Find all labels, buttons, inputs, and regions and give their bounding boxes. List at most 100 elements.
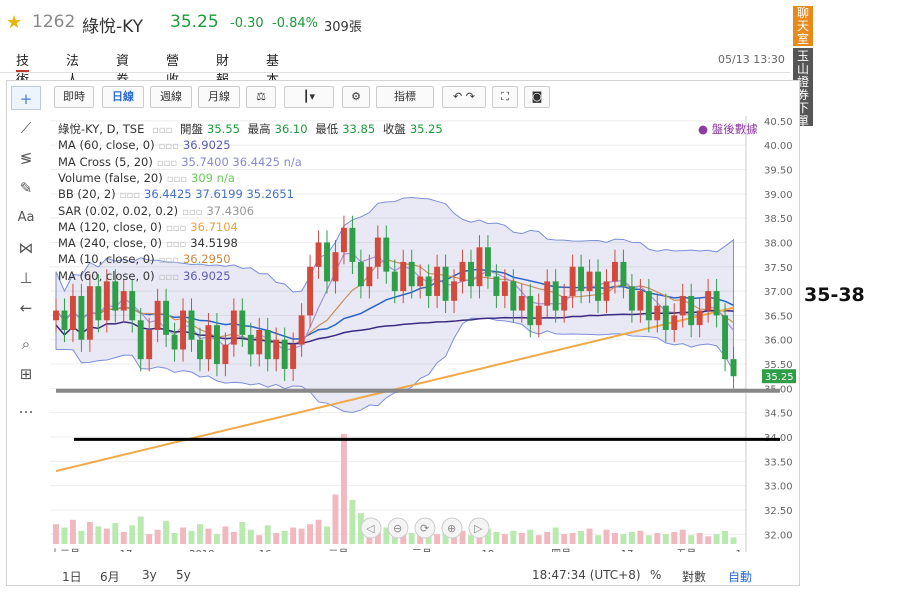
volume-bar <box>256 535 263 544</box>
legend-row-label: MA (10, close, 0) <box>58 252 155 267</box>
legend-controls-icon[interactable]: ▫▫▫ <box>167 174 187 185</box>
volume-bar <box>628 531 635 544</box>
y-tick-label: 38.00 <box>764 238 793 249</box>
volume-bar <box>222 526 229 544</box>
x-tick-label: 三月 <box>412 548 432 552</box>
arrow-back-icon[interactable]: ← <box>11 296 41 320</box>
percent-toggle[interactable]: % <box>650 568 661 582</box>
auto-toggle[interactable]: 自動 <box>728 568 752 585</box>
tab-margin[interactable]: 資券 <box>116 50 129 88</box>
legend-row-label: MA (120, close, 0) <box>58 219 162 234</box>
legend-controls-icon[interactable]: ▫▫▫ <box>152 125 172 136</box>
ruler-icon[interactable]: ⊞ <box>11 362 41 386</box>
y-tick-label: 40.50 <box>764 117 793 128</box>
favorite-star-icon[interactable]: ★ <box>6 12 22 33</box>
legend-controls-icon[interactable]: ▫▫▫ <box>166 239 186 250</box>
zoom-icon[interactable]: ⌕ <box>11 332 41 356</box>
undo-redo-icon[interactable]: ↶ ↷ <box>442 86 486 108</box>
measure-tool-icon[interactable]: ⊥ <box>11 266 41 290</box>
candle-body <box>493 276 500 296</box>
legend-controls-icon[interactable]: ▫▫▫ <box>166 223 186 234</box>
text-tool-icon[interactable]: Aa <box>11 206 41 230</box>
more-icon[interactable]: … <box>11 396 41 420</box>
camera-icon[interactable]: ◙ <box>524 86 550 108</box>
chart-nav-icon: ⊕ <box>447 522 456 535</box>
volume-bar <box>349 500 356 544</box>
tab-institutional[interactable]: 法人 <box>66 50 79 88</box>
balance-icon[interactable]: ⚖ <box>246 86 276 108</box>
chart-style-icon[interactable]: ┃▾ <box>284 86 334 108</box>
legend-controls-icon[interactable]: ▫▫▫ <box>159 141 179 152</box>
candle-body <box>476 247 483 287</box>
volume-bar <box>671 531 678 544</box>
period-monthly-button[interactable]: 月線 <box>198 86 240 108</box>
candle-body <box>366 266 373 287</box>
tab-financials[interactable]: 財報 <box>216 50 229 88</box>
volume-bar <box>696 533 703 544</box>
candle-body <box>273 339 280 360</box>
legend-high: 36.10 <box>274 122 308 136</box>
crosshair-icon[interactable]: + <box>11 86 41 110</box>
price-change: -0.30 <box>230 16 264 31</box>
range-5y-button[interactable]: 5y <box>176 568 191 582</box>
volume-bar <box>290 527 297 544</box>
chat-room-button[interactable]: 聊天室 <box>793 6 813 46</box>
y-tick-label: 37.00 <box>764 287 793 298</box>
legend-controls-icon[interactable]: ▫▫▫ <box>159 272 179 283</box>
chart-toolbar: 即時 日線 週線 月線 ⚖ ┃▾ ⚙ 指標 ↶ ↷ ⛶ ◙ <box>52 84 557 112</box>
candle-body <box>603 281 610 301</box>
candle-body <box>688 295 695 326</box>
fib-tool-icon[interactable]: ≶ <box>11 146 41 170</box>
legend-main: 綠悅-KY, D, TSE ▫▫▫ 開盤 35.55 最高 36.10 最低 33.8… <box>58 121 447 137</box>
pattern-tool-icon[interactable]: ⋈ <box>11 236 41 260</box>
candle-body <box>705 291 712 311</box>
x-tick-label: 16 <box>259 549 272 552</box>
candle-body <box>95 286 102 321</box>
candle-body <box>671 315 678 330</box>
range-6m-button[interactable]: 6月 <box>100 568 120 585</box>
tab-technical[interactable]: 技術 <box>16 50 30 88</box>
period-weekly-button[interactable]: 週線 <box>150 86 192 108</box>
range-1d-button[interactable]: 1日 <box>62 568 82 585</box>
legend-controls-icon[interactable]: ▫▫▫ <box>159 255 179 266</box>
volume-bar <box>180 527 187 544</box>
legend-controls-icon[interactable]: ▫▫▫ <box>157 158 177 169</box>
legend-row-values: 36.9025 <box>182 138 231 153</box>
candle-body <box>654 305 661 321</box>
trend-line-icon[interactable]: ⟋ <box>11 116 41 140</box>
tab-basic[interactable]: 基本 <box>266 50 279 88</box>
volume-bar <box>171 533 178 544</box>
x-tick-label: 1 <box>736 549 742 552</box>
candle-body <box>578 266 585 292</box>
range-3y-button[interactable]: 3y <box>142 568 157 582</box>
legend-row-label: BB (20, 2) <box>58 187 116 202</box>
legend-row-values: 36.4425 37.6199 35.2651 <box>144 187 294 202</box>
tab-revenue[interactable]: 營收 <box>166 50 179 88</box>
candle-body <box>86 286 93 340</box>
candle-body <box>510 281 517 311</box>
volume-bar <box>112 523 119 544</box>
volume-bar <box>188 530 195 544</box>
log-toggle[interactable]: 對數 <box>682 568 706 585</box>
volume-bar <box>69 519 76 544</box>
legend-controls-icon[interactable]: ▫▫▫ <box>182 207 202 218</box>
after-hours-link[interactable]: ● 盤後數據 <box>698 121 758 137</box>
y-tick-label: 39.00 <box>764 190 793 201</box>
legend-row-label: MA (60, close, 0) <box>58 138 155 153</box>
fullscreen-icon[interactable]: ⛶ <box>492 86 518 108</box>
period-daily-button[interactable]: 日線 <box>102 86 144 108</box>
period-realtime-button[interactable]: 即時 <box>54 86 94 108</box>
indicators-button[interactable]: 指標 <box>376 86 434 108</box>
x-tick-label: 十二月 <box>50 547 80 552</box>
candle-body <box>391 271 398 292</box>
candle-body <box>451 281 458 301</box>
x-tick-label: 四月 <box>551 548 571 552</box>
settings-gear-icon[interactable]: ⚙ <box>342 86 370 108</box>
brush-icon[interactable]: ✎ <box>11 176 41 200</box>
legend-controls-icon[interactable]: ▫▫▫ <box>120 190 140 201</box>
volume-bar <box>197 524 203 544</box>
volume-bar <box>434 534 441 544</box>
y-tick-label: 36.00 <box>764 336 793 347</box>
volume-bar <box>120 531 127 544</box>
price-change-pct: -0.84% <box>272 16 318 31</box>
